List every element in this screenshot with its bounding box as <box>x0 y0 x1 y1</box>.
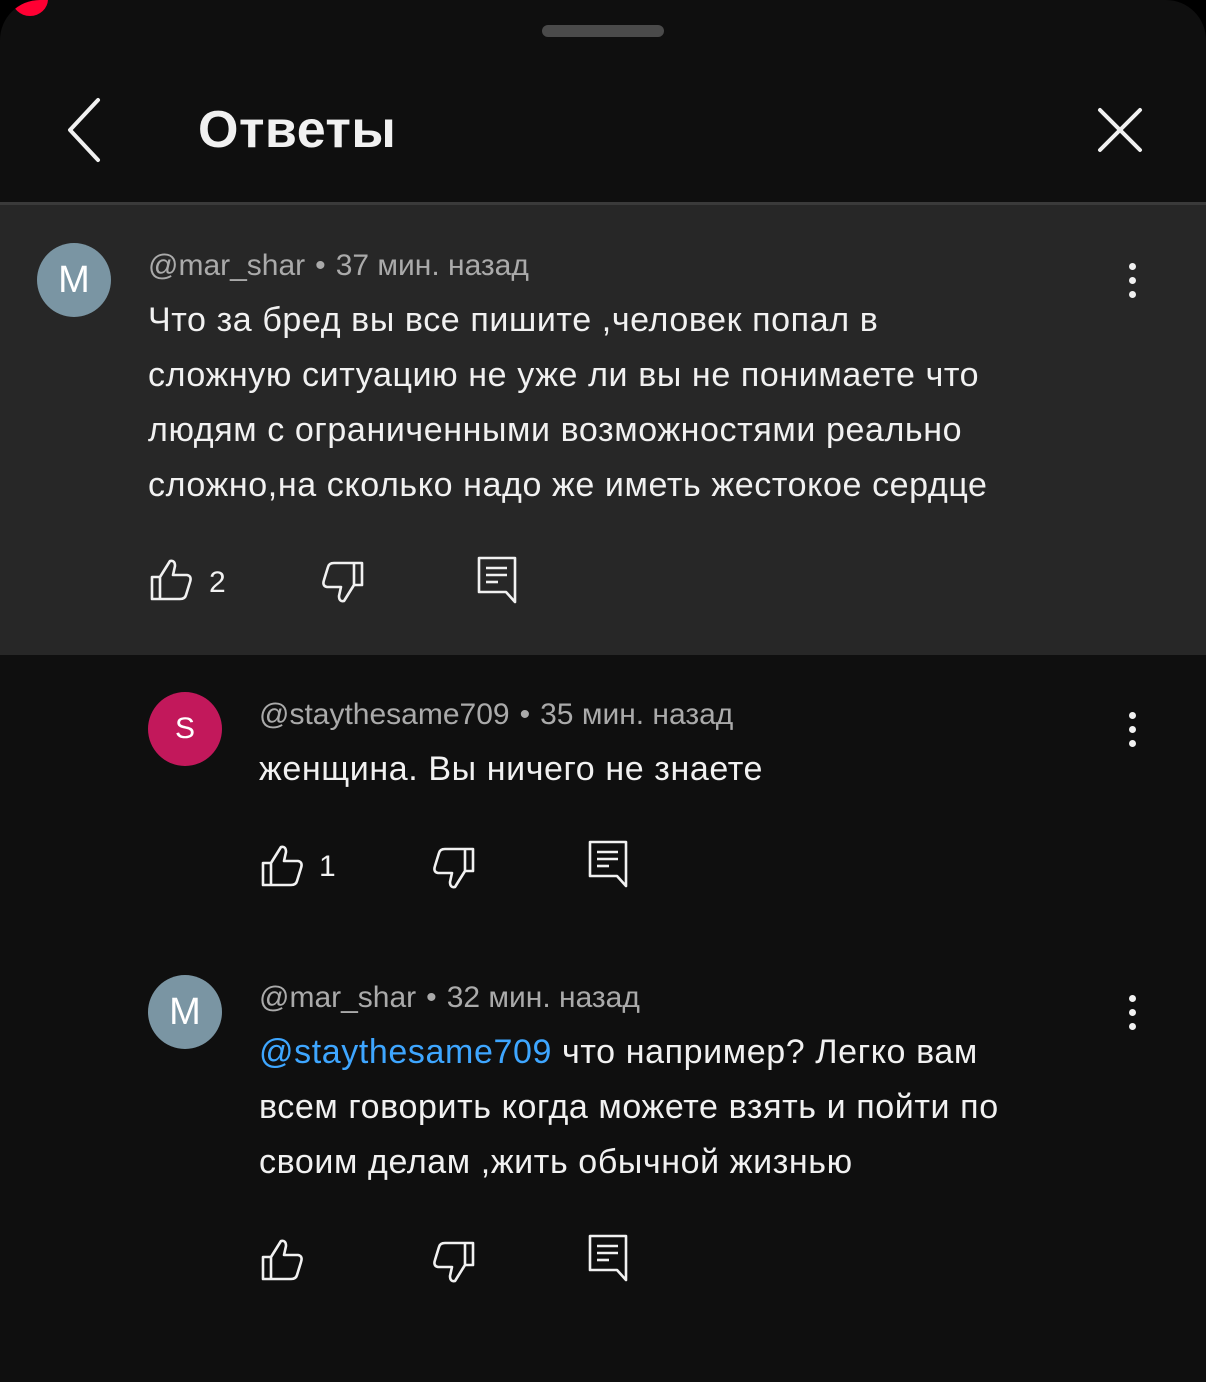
thumb-up-icon <box>150 559 192 601</box>
thumb-up-icon <box>261 1239 303 1281</box>
like-count: 1 <box>319 850 336 883</box>
avatar[interactable]: M <box>37 243 111 317</box>
comment-text: женщина. Вы ничего не знаете <box>259 742 1139 797</box>
header: Ответы <box>0 60 1206 202</box>
reply-comment-icon <box>588 840 628 888</box>
meta-separator: • <box>315 249 326 282</box>
comment-meta: @mar_shar • 37 мин. назад <box>148 249 529 283</box>
parent-comment: M @mar_shar • 37 мин. назад Что за бред вы… <box>0 205 1206 655</box>
thumb-down-icon <box>322 561 364 603</box>
comment-line: всем говорить когда можете взять и пойти… <box>259 1088 999 1126</box>
comment-meta: @mar_shar • 32 мин. назад <box>259 981 640 1015</box>
replies-sheet: Ответы M @mar_shar • 37 мин. назад Что за … <box>0 0 1206 1382</box>
dislike-button[interactable] <box>431 845 477 891</box>
comment-line: @staythesame709 что например? Легко вам <box>259 1025 1159 1080</box>
reply-comment: M @mar_shar • 32 мин. назад @staythesame70… <box>0 938 1206 1338</box>
reply-button[interactable] <box>587 839 631 889</box>
thumb-down-icon <box>433 1241 475 1283</box>
thumb-down-icon <box>433 847 475 889</box>
comment-text: @staythesame709 что например? Легко вам … <box>259 1025 1159 1190</box>
dislike-button[interactable] <box>320 559 366 605</box>
thumb-up-icon <box>261 845 303 887</box>
comment-time: 37 мин. назад <box>335 249 529 282</box>
comment-line-text: что например? Легко вам <box>552 1033 978 1071</box>
recording-indicator <box>12 0 48 16</box>
back-button[interactable] <box>58 96 114 164</box>
meta-separator: • <box>426 981 437 1014</box>
like-button[interactable] <box>259 1237 305 1283</box>
comment-time: 35 мин. назад <box>540 698 734 731</box>
like-button[interactable] <box>259 843 305 889</box>
close-button[interactable] <box>1090 100 1150 160</box>
avatar[interactable]: S <box>148 692 222 766</box>
reply-comment-icon <box>588 1234 628 1282</box>
author-handle[interactable]: @mar_shar <box>259 981 416 1014</box>
comment-line: сложно,на сколько надо же иметь жестокое… <box>148 466 988 504</box>
reply-comment: S @staythesame709 • 35 мин. назад женщина.… <box>0 655 1206 945</box>
author-handle[interactable]: @staythesame709 <box>259 698 510 731</box>
comment-text: Что за бред вы все пишите ,человек попал… <box>148 293 1148 513</box>
like-count: 2 <box>209 566 226 599</box>
reply-button[interactable] <box>476 555 520 605</box>
like-button[interactable] <box>148 557 194 603</box>
meta-separator: • <box>519 698 531 731</box>
comment-line: сложную ситуацию не уже ли вы не понимае… <box>148 356 980 394</box>
comment-line: женщина. Вы ничего не знаете <box>259 750 764 788</box>
mention-link[interactable]: @staythesame709 <box>259 1033 552 1071</box>
comment-line: людям с ограниченными возможностями реал… <box>148 411 963 449</box>
dislike-button[interactable] <box>431 1239 477 1285</box>
close-icon <box>1098 108 1142 152</box>
reply-button[interactable] <box>587 1233 631 1283</box>
reply-comment-icon <box>477 556 517 604</box>
comment-meta: @staythesame709 • 35 мин. назад <box>259 698 733 732</box>
comment-line: своим делам ,жить обычной жизнью <box>259 1143 853 1181</box>
drag-handle[interactable] <box>542 25 664 37</box>
page-title: Ответы <box>198 101 397 159</box>
author-handle[interactable]: @mar_shar <box>148 249 305 282</box>
avatar[interactable]: M <box>148 975 222 1049</box>
comment-time: 32 мин. назад <box>446 981 640 1014</box>
comment-line: Что за бред вы все пишите ,человек попал… <box>148 301 879 339</box>
chevron-left-icon <box>68 98 100 162</box>
